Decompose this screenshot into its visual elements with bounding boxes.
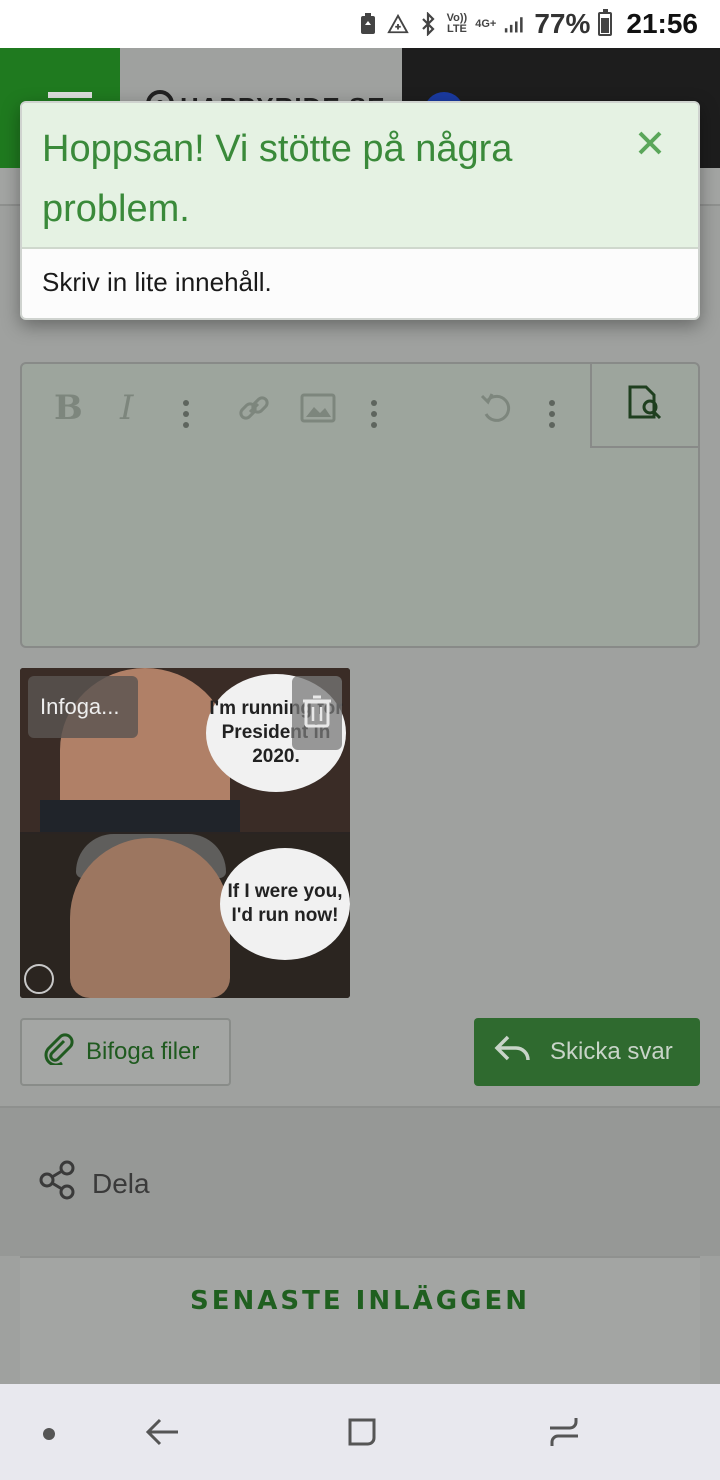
menu-icon bbox=[48, 92, 92, 98]
data-saver-icon bbox=[386, 11, 409, 37]
signal-icon bbox=[504, 11, 526, 37]
share-icon bbox=[38, 1160, 76, 1207]
share-label: Dela bbox=[92, 1167, 150, 1199]
preview-button[interactable] bbox=[590, 364, 700, 448]
link-icon[interactable] bbox=[236, 388, 272, 428]
more-options-icon[interactable] bbox=[548, 394, 556, 434]
reply-editor[interactable]: B I bbox=[20, 362, 700, 648]
undo-icon[interactable] bbox=[478, 388, 514, 428]
system-navigation-bar bbox=[0, 1384, 720, 1480]
more-insert-options-icon[interactable] bbox=[370, 394, 378, 434]
more-text-options-icon[interactable] bbox=[182, 394, 190, 434]
volte-indicator: Vo)) LTE bbox=[446, 12, 468, 35]
error-alert: Hoppsan! Vi stötte på några problem. Skr… bbox=[20, 101, 700, 320]
close-icon bbox=[636, 129, 664, 162]
insert-attachment-button[interactable]: Infoga... bbox=[28, 676, 138, 738]
italic-button[interactable]: I bbox=[120, 388, 133, 428]
battery-icon bbox=[598, 9, 613, 36]
editor-toolbar: B I bbox=[22, 364, 700, 448]
attach-files-button[interactable]: Bifoga filer bbox=[20, 1018, 231, 1086]
alert-title: Hoppsan! Vi stötte på några problem. bbox=[42, 128, 513, 230]
bold-button[interactable]: B bbox=[54, 388, 83, 428]
watermark-logo bbox=[24, 964, 54, 994]
send-reply-button[interactable]: Skicka svar bbox=[474, 1018, 700, 1086]
attach-files-label: Bifoga filer bbox=[86, 1038, 200, 1065]
status-bar: Vo)) LTE 4G+ 77% 21:56 bbox=[0, 0, 720, 48]
back-arrow-icon[interactable] bbox=[142, 1412, 182, 1452]
bluetooth-icon bbox=[417, 11, 439, 37]
alert-header: Hoppsan! Vi stötte på några problem. bbox=[22, 103, 698, 249]
image-icon[interactable] bbox=[300, 388, 336, 428]
home-square-icon[interactable] bbox=[342, 1412, 382, 1452]
paperclip-icon bbox=[42, 1032, 74, 1072]
delete-attachment-button[interactable] bbox=[292, 676, 342, 750]
nav-dot-icon[interactable] bbox=[43, 1428, 55, 1440]
preview-icon bbox=[626, 385, 666, 426]
battery-percent: 77% bbox=[534, 8, 591, 39]
recent-apps-icon[interactable] bbox=[544, 1412, 584, 1452]
reply-icon bbox=[494, 1033, 532, 1072]
latest-posts-title: SENASTE INLÄGGEN bbox=[190, 1286, 530, 1316]
speech-bubble-bottom: If I were you, I'd run now! bbox=[220, 848, 350, 960]
share-button[interactable]: Dela bbox=[38, 1160, 150, 1207]
send-reply-label: Skicka svar bbox=[550, 1038, 673, 1065]
network-type: 4G+ bbox=[475, 17, 497, 30]
close-alert-button[interactable] bbox=[630, 125, 670, 165]
alert-message: Skriv in lite innehåll. bbox=[42, 267, 272, 297]
battery-saver-icon bbox=[357, 11, 379, 37]
attachment-thumbnail[interactable]: I'm running for President in 2020. If I … bbox=[20, 668, 350, 998]
clock: 21:56 bbox=[626, 8, 698, 39]
trash-icon bbox=[302, 694, 332, 733]
latest-posts-section: SENASTE INLÄGGEN bbox=[20, 1256, 700, 1386]
